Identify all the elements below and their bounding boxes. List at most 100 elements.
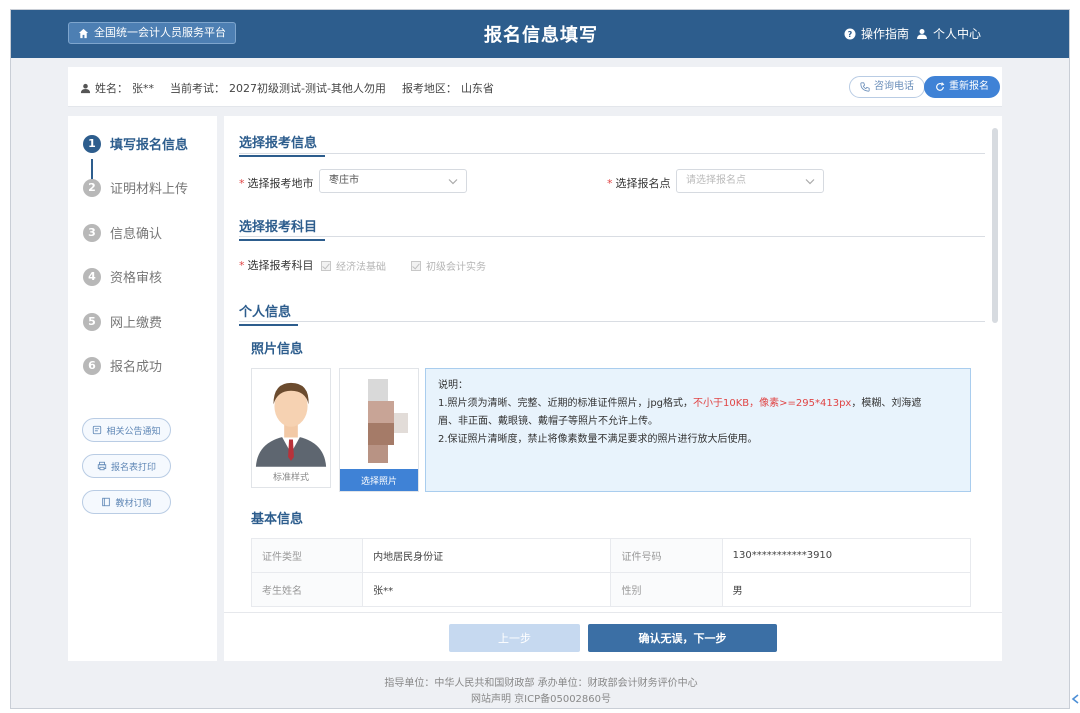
guide-link[interactable]: ? 操作指南 [844, 25, 909, 42]
step-number: 1 [83, 134, 101, 153]
checkbox-box [411, 260, 421, 271]
step-number: 4 [83, 267, 101, 286]
user-icon [80, 83, 91, 93]
sample-photo: 标准样式 [251, 368, 331, 488]
point-select-placeholder: 请选择报名点 [686, 175, 746, 186]
consult-phone-button[interactable]: 咨询电话 [849, 76, 925, 98]
print-form-button[interactable]: 报名表打印 [82, 454, 171, 478]
avatar-illustration [255, 382, 327, 467]
subject-checkbox-1[interactable]: 经济法基础 [321, 258, 386, 273]
section-title-text: 个人信息 [239, 305, 292, 320]
user-info: 姓名： 张** 当前考试： 2027初级测试-测试-其他人勿用 报考地区： 山东… [80, 80, 494, 96]
name-label: 姓名： [95, 82, 128, 95]
app-frame: 全国统一会计人员服务平台 报名信息填写 ? 操作指南 个人中心 姓名： 张** … [10, 9, 1070, 709]
table-value: 130***********3910 [721, 538, 972, 573]
point-label: * 选择报名点 [607, 177, 671, 190]
city-label-text: 选择报考地市 [247, 177, 314, 190]
note-text: 1.照片须为清晰、完整、近期的标准证件照片，jpg格式， [438, 398, 694, 409]
confirm-next-button[interactable]: 确认无误，下一步 [588, 624, 777, 652]
help-icon: ? [844, 28, 856, 39]
step-item-1[interactable]: 1 填写报名信息 [83, 134, 188, 153]
step-item-3[interactable]: 3 信息确认 [83, 223, 162, 242]
step-number: 6 [83, 356, 101, 375]
subject-name: 初级会计实务 [426, 262, 486, 273]
section-title-personal: 个人信息 [239, 301, 298, 326]
section-divider [239, 321, 985, 322]
table-key: 证件号码 [610, 538, 723, 573]
step-item-5[interactable]: 5 网上缴费 [83, 312, 162, 331]
site-footer-line-1: 指导单位：中华人民共和国财政部 承办单位：财政部会计财务评价中心 [384, 678, 698, 689]
print-form-label: 报名表打印 [110, 462, 156, 473]
section-divider [239, 236, 985, 237]
checkbox-box [321, 260, 331, 271]
section-title-exam-info: 选择报考信息 [239, 132, 325, 157]
section-title-text: 选择报考科目 [239, 220, 318, 235]
table-value: 张** [362, 572, 612, 607]
region-value: 山东省 [460, 82, 494, 95]
notice-label: 相关公告通知 [106, 426, 161, 437]
svg-text:?: ? [848, 30, 853, 39]
city-label: * 选择报考地市 [239, 177, 314, 190]
step-item-6[interactable]: 6 报名成功 [83, 356, 162, 375]
subject-name: 经济法基础 [336, 262, 386, 273]
refresh-icon [936, 82, 945, 91]
exam-value: 2027初级测试-测试-其他人勿用 [229, 82, 386, 95]
site-footer-line-2: 网站声明 京ICP备05002860号 [470, 694, 612, 705]
reapply-label: 重新报名 [949, 81, 989, 92]
step-item-4[interactable]: 4 资格审核 [83, 267, 162, 286]
textbook-order-button[interactable]: 教材订购 [82, 490, 171, 514]
guide-label: 操作指南 [861, 27, 910, 41]
step-label: 证明材料上传 [110, 182, 189, 197]
table-key: 证件类型 [250, 538, 364, 573]
table-key: 考生姓名 [250, 572, 364, 607]
choose-photo-button[interactable]: 选择照片 [340, 469, 418, 491]
personal-center-label: 个人中心 [933, 27, 982, 41]
form-panel: 选择报考信息 * 选择报考地市 枣庄市 * 选择报名点 请选择报名点 选择报考科目 … [224, 116, 1002, 661]
exam-label: 当前考试： [170, 82, 225, 95]
step-sidebar: 1 填写报名信息 2 证明材料上传 3 信息确认 4 资格审核 5 网上缴费 6… [68, 116, 217, 661]
sample-caption: 标准样式 [272, 473, 309, 483]
action-bar: 上一步 确认无误，下一步 [224, 612, 1002, 661]
collapse-arrow-icon[interactable] [1070, 693, 1080, 705]
user-icon [917, 28, 927, 39]
step-number: 2 [83, 178, 101, 197]
subject-checkbox-2[interactable]: 初级会计实务 [411, 258, 486, 273]
photo-info-title: 照片信息 [251, 342, 304, 357]
print-icon [97, 461, 107, 471]
city-select-value: 枣庄市 [329, 175, 359, 186]
phone-icon [860, 82, 870, 92]
photo-instructions: 说明： 1.照片须为清晰、完整、近期的标准证件照片，jpg格式，不小于10KB，… [425, 368, 971, 492]
basic-info-table: 证件类型 内地居民身份证 证件号码 130***********3910 考生姓… [250, 538, 972, 607]
step-number: 3 [83, 223, 101, 242]
step-number: 5 [83, 312, 101, 331]
textbook-order-label: 教材订购 [115, 498, 152, 509]
personal-center-link[interactable]: 个人中心 [916, 25, 981, 42]
step-item-2[interactable]: 2 证明材料上传 [83, 178, 188, 197]
step-label: 网上缴费 [110, 316, 163, 331]
step-label: 填写报名信息 [110, 138, 189, 153]
chevron-down-icon [448, 179, 458, 185]
uploaded-photo[interactable]: 选择照片 [339, 368, 419, 492]
table-row: 证件类型 内地居民身份证 证件号码 130***********3910 [250, 538, 972, 573]
table-key: 性别 [610, 572, 723, 607]
note-line-1-cont: 眉、非正面、戴眼镜、戴帽子等照片不允许上传。 [438, 416, 658, 427]
section-title-subjects: 选择报考科目 [239, 216, 325, 241]
previous-step-button[interactable]: 上一步 [449, 624, 580, 652]
notice-button[interactable]: 相关公告通知 [82, 418, 171, 442]
chevron-down-icon [805, 179, 815, 185]
basic-info-title: 基本信息 [251, 512, 304, 527]
point-select[interactable]: 请选择报名点 [676, 169, 824, 193]
page-title: 报名信息填写 [484, 25, 598, 46]
region-label: 报考地区： [401, 82, 457, 95]
reapply-button[interactable]: 重新报名 [924, 76, 1000, 98]
step-label: 报名成功 [110, 360, 163, 375]
top-header: 全国统一会计人员服务平台 报名信息填写 ? 操作指南 个人中心 [11, 10, 1069, 58]
subject-label: * 选择报考科目 [239, 259, 314, 272]
vertical-scrollbar[interactable] [992, 128, 998, 323]
note-line-1: 1.照片须为清晰、完整、近期的标准证件照片，jpg格式，不小于10KB，像素>=… [438, 395, 958, 413]
point-label-text: 选择报名点 [615, 177, 671, 190]
table-value: 男 [721, 572, 972, 607]
city-select[interactable]: 枣庄市 [319, 169, 467, 193]
name-value: 张** [132, 82, 154, 95]
notice-icon [93, 425, 102, 435]
